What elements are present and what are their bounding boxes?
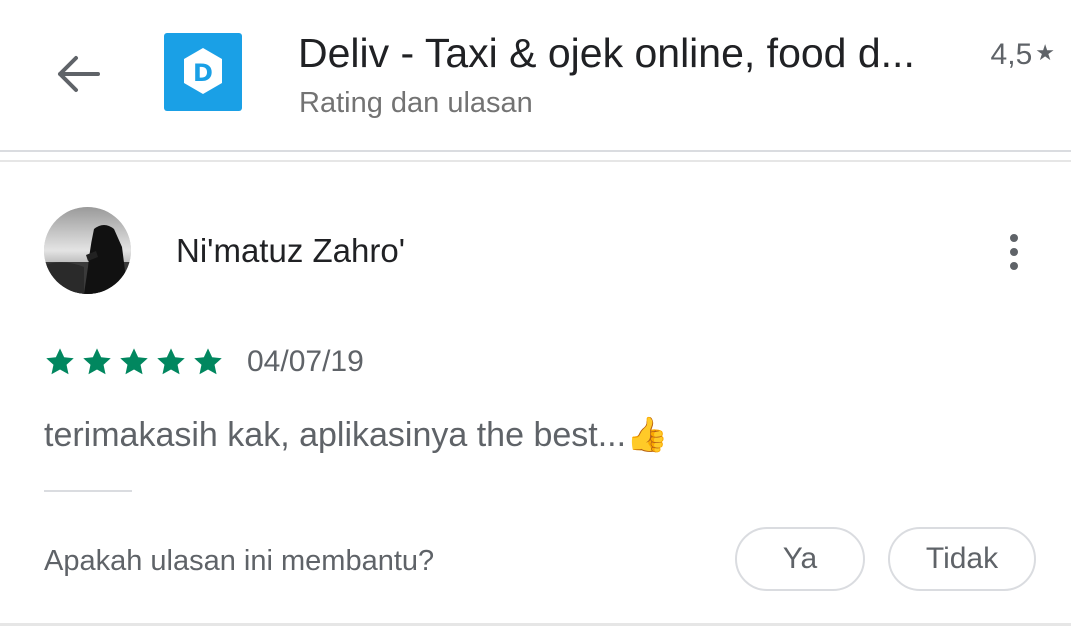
section-divider [0,160,1071,162]
avatar-image [44,207,131,294]
more-vertical-icon [1010,234,1018,242]
helpful-question: Apakah ulasan ini membantu? [44,545,435,577]
app-icon[interactable]: D [164,33,242,111]
reviewer-name: Ni'matuz Zahro' [176,232,406,269]
star-rating [44,344,229,380]
rating-value: 4,5 [990,38,1033,71]
page-subtitle: Rating dan ulasan [299,87,533,119]
app-title: Deliv - Taxi & ojek online, food d... [298,30,915,76]
review-body: terimakasih kak, aplikasinya the best... [44,416,627,454]
review-date: 04/07/19 [247,345,364,378]
app-header: D Deliv - Taxi & ojek online, food d... … [0,0,1071,150]
star-icon [120,348,148,375]
header-divider [0,150,1071,152]
star-icon [83,348,111,375]
avatar [44,207,131,294]
more-vertical-icon-dot [1010,248,1018,256]
bottom-divider [0,623,1071,626]
helpful-no-button[interactable]: Tidak [888,527,1036,591]
review-text: terimakasih kak, aplikasinya the best...… [44,413,668,457]
review-divider [44,490,132,492]
more-vertical-icon-dot [1010,262,1018,270]
thumbs-up-icon: 👍 [626,415,669,455]
helpful-yes-button[interactable]: Ya [735,527,865,591]
app-icon-letter: D [193,59,213,87]
app-rating: 4,5 ★ [991,36,1055,74]
more-options-button[interactable] [994,226,1034,278]
star-icon [46,348,74,375]
arrow-back-icon [58,56,100,92]
star-icon [194,348,222,375]
star-icon: ★ [1035,40,1055,65]
star-icon [157,348,185,375]
back-button[interactable] [46,48,106,100]
